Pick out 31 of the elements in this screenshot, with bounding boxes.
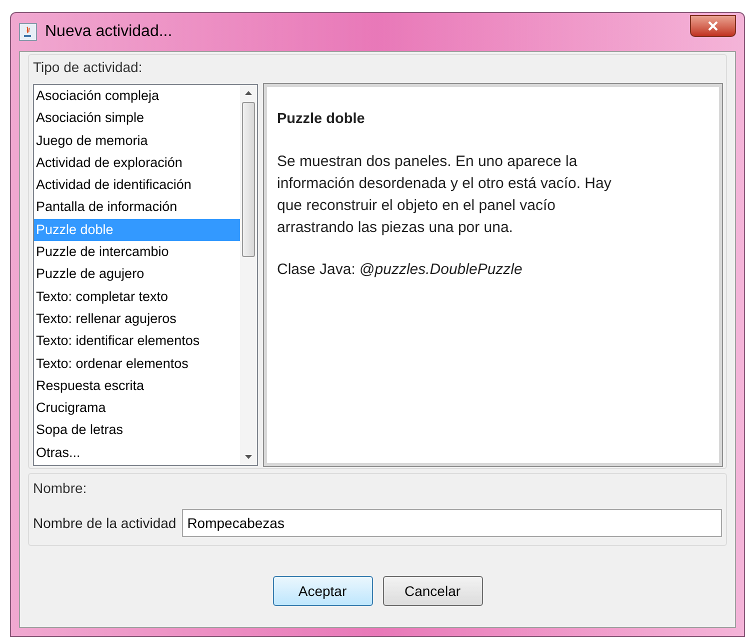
activity-list-item[interactable]: Asociación simple: [34, 107, 240, 130]
group-legend: Nombre:: [33, 474, 87, 503]
activity-list-item[interactable]: Texto: completar texto: [34, 286, 240, 308]
description-title: Puzzle doble: [277, 110, 366, 129]
scroll-thumb[interactable]: [242, 102, 255, 257]
window-title: Nueva actividad...: [45, 22, 172, 42]
close-icon: [708, 21, 718, 31]
scrollbar[interactable]: [240, 85, 257, 465]
activity-list-item[interactable]: Respuesta escrita: [34, 374, 240, 398]
dialog-button[interactable]: Aceptar: [272, 576, 372, 606]
activity-list-item[interactable]: Sopa de letras: [34, 419, 240, 442]
activity-list-item[interactable]: Crucigrama: [34, 397, 240, 420]
activity-list-item[interactable]: Puzzle de agujero: [34, 263, 240, 286]
activity-list-item[interactable]: Otras...: [34, 442, 240, 464]
java-class-text: Clase Java: @puzzles.DoublePuzzle: [277, 260, 524, 280]
field-label: Nombre de la actividad: [33, 514, 176, 532]
activity-list-item[interactable]: Puzzle de intercambio: [34, 241, 240, 264]
activity-list-item[interactable]: Texto: rellenar agujeros: [34, 308, 240, 330]
dialog-button[interactable]: Cancelar: [382, 576, 482, 606]
activity-list-item[interactable]: Juego de memoria: [34, 130, 240, 152]
activity-list-item[interactable]: Actividad de exploración: [34, 152, 240, 174]
close-button[interactable]: [690, 15, 736, 37]
activity-list-item[interactable]: Asociación compleja: [34, 85, 240, 108]
activity-list-item[interactable]: Texto: ordenar elementos: [34, 352, 240, 375]
java-cup-icon: [19, 23, 37, 41]
description-text: Se muestran dos paneles. En uno aparece la información desordenada y el otro está vacío. Hay que reconstruir el objeto en el panel vacío arrastrando las piezas una por una.: [277, 152, 612, 238]
activity-list-item[interactable]: Texto: identificar elementos: [34, 330, 240, 353]
group-legend: Tipo de actividad:: [33, 55, 142, 80]
activity-name-field[interactable]: Rompecabezas: [182, 509, 722, 537]
activity-list-item[interactable]: Actividad de identificación: [34, 174, 240, 196]
activity-list-item[interactable]: Pantalla de información: [34, 196, 240, 219]
